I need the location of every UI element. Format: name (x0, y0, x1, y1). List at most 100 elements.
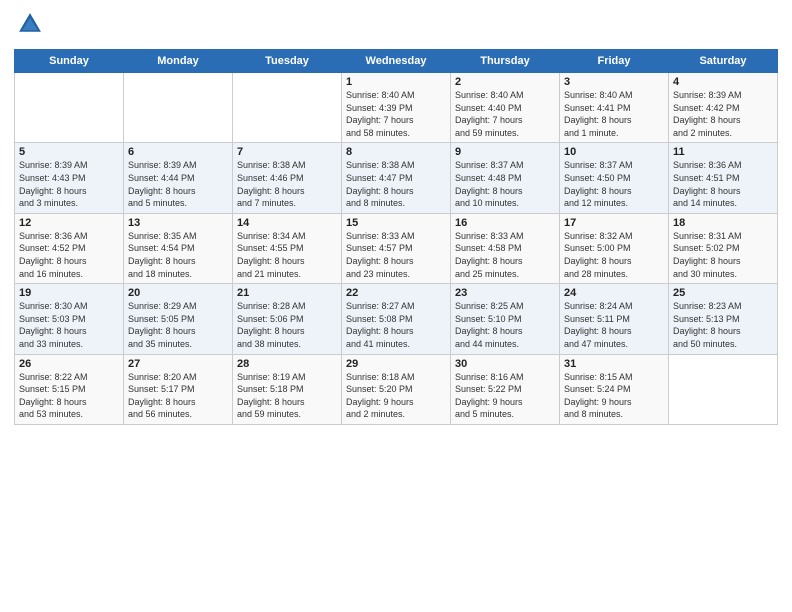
cell-detail: Sunrise: 8:38 AM (346, 159, 446, 172)
calendar-cell: 13Sunrise: 8:35 AMSunset: 4:54 PMDayligh… (124, 213, 233, 283)
day-number: 26 (19, 358, 119, 370)
cell-detail: Daylight: 8 hours (237, 325, 337, 338)
cell-detail: Sunrise: 8:24 AM (564, 300, 664, 313)
col-header-friday: Friday (560, 50, 669, 73)
cell-detail: Daylight: 8 hours (455, 185, 555, 198)
cell-detail: and 56 minutes. (128, 408, 228, 421)
cell-detail: Sunrise: 8:39 AM (19, 159, 119, 172)
calendar-cell (233, 73, 342, 143)
cell-detail: Sunset: 5:20 PM (346, 383, 446, 396)
cell-detail: Sunset: 5:00 PM (564, 242, 664, 255)
cell-detail: Sunrise: 8:36 AM (19, 230, 119, 243)
calendar-cell: 20Sunrise: 8:29 AMSunset: 5:05 PMDayligh… (124, 284, 233, 354)
cell-detail: Daylight: 8 hours (128, 396, 228, 409)
day-number: 21 (237, 287, 337, 299)
calendar-week-3: 12Sunrise: 8:36 AMSunset: 4:52 PMDayligh… (15, 213, 778, 283)
calendar-cell: 16Sunrise: 8:33 AMSunset: 4:58 PMDayligh… (451, 213, 560, 283)
cell-detail: Sunset: 5:17 PM (128, 383, 228, 396)
cell-detail: Sunrise: 8:31 AM (673, 230, 773, 243)
cell-detail: Sunset: 4:40 PM (455, 102, 555, 115)
col-header-sunday: Sunday (15, 50, 124, 73)
col-header-thursday: Thursday (451, 50, 560, 73)
cell-detail: Sunset: 5:02 PM (673, 242, 773, 255)
cell-detail: Sunrise: 8:18 AM (346, 371, 446, 384)
header (14, 10, 778, 43)
calendar-cell: 25Sunrise: 8:23 AMSunset: 5:13 PMDayligh… (669, 284, 778, 354)
cell-detail: Sunrise: 8:30 AM (19, 300, 119, 313)
day-number: 20 (128, 287, 228, 299)
cell-detail: and 59 minutes. (455, 127, 555, 140)
cell-detail: Sunrise: 8:37 AM (564, 159, 664, 172)
cell-detail: and 53 minutes. (19, 408, 119, 421)
cell-detail: and 18 minutes. (128, 268, 228, 281)
cell-detail: Sunrise: 8:35 AM (128, 230, 228, 243)
cell-detail: Daylight: 8 hours (673, 114, 773, 127)
cell-detail: and 7 minutes. (237, 197, 337, 210)
day-number: 18 (673, 217, 773, 229)
calendar-cell: 14Sunrise: 8:34 AMSunset: 4:55 PMDayligh… (233, 213, 342, 283)
cell-detail: Sunrise: 8:16 AM (455, 371, 555, 384)
cell-detail: and 38 minutes. (237, 338, 337, 351)
cell-detail: Sunset: 4:47 PM (346, 172, 446, 185)
cell-detail: Sunrise: 8:25 AM (455, 300, 555, 313)
cell-detail: Sunrise: 8:38 AM (237, 159, 337, 172)
cell-detail: Daylight: 8 hours (237, 396, 337, 409)
day-number: 30 (455, 358, 555, 370)
cell-detail: Sunrise: 8:34 AM (237, 230, 337, 243)
cell-detail: Daylight: 9 hours (346, 396, 446, 409)
cell-detail: Daylight: 8 hours (19, 396, 119, 409)
calendar-cell: 6Sunrise: 8:39 AMSunset: 4:44 PMDaylight… (124, 143, 233, 213)
cell-detail: Sunrise: 8:40 AM (564, 89, 664, 102)
day-number: 29 (346, 358, 446, 370)
calendar-week-2: 5Sunrise: 8:39 AMSunset: 4:43 PMDaylight… (15, 143, 778, 213)
cell-detail: Sunset: 5:22 PM (455, 383, 555, 396)
cell-detail: Daylight: 9 hours (564, 396, 664, 409)
cell-detail: Sunrise: 8:20 AM (128, 371, 228, 384)
day-number: 8 (346, 146, 446, 158)
day-number: 7 (237, 146, 337, 158)
cell-detail: Daylight: 8 hours (564, 325, 664, 338)
cell-detail: Sunrise: 8:23 AM (673, 300, 773, 313)
cell-detail: Sunrise: 8:37 AM (455, 159, 555, 172)
cell-detail: and 44 minutes. (455, 338, 555, 351)
calendar-cell: 22Sunrise: 8:27 AMSunset: 5:08 PMDayligh… (342, 284, 451, 354)
cell-detail: Daylight: 8 hours (673, 255, 773, 268)
page-container: SundayMondayTuesdayWednesdayThursdayFrid… (0, 0, 792, 435)
day-number: 12 (19, 217, 119, 229)
cell-detail: and 50 minutes. (673, 338, 773, 351)
cell-detail: Sunset: 4:42 PM (673, 102, 773, 115)
calendar-cell: 26Sunrise: 8:22 AMSunset: 5:15 PMDayligh… (15, 354, 124, 424)
calendar-cell: 4Sunrise: 8:39 AMSunset: 4:42 PMDaylight… (669, 73, 778, 143)
cell-detail: Sunset: 5:11 PM (564, 313, 664, 326)
cell-detail: and 8 minutes. (564, 408, 664, 421)
cell-detail: Daylight: 8 hours (346, 325, 446, 338)
day-number: 1 (346, 76, 446, 88)
cell-detail: and 58 minutes. (346, 127, 446, 140)
calendar-cell: 7Sunrise: 8:38 AMSunset: 4:46 PMDaylight… (233, 143, 342, 213)
cell-detail: Sunrise: 8:29 AM (128, 300, 228, 313)
calendar-cell: 29Sunrise: 8:18 AMSunset: 5:20 PMDayligh… (342, 354, 451, 424)
calendar-cell (15, 73, 124, 143)
day-number: 16 (455, 217, 555, 229)
cell-detail: Sunrise: 8:32 AM (564, 230, 664, 243)
cell-detail: Daylight: 8 hours (673, 185, 773, 198)
cell-detail: Sunset: 4:44 PM (128, 172, 228, 185)
calendar-cell: 15Sunrise: 8:33 AMSunset: 4:57 PMDayligh… (342, 213, 451, 283)
cell-detail: Sunrise: 8:19 AM (237, 371, 337, 384)
day-number: 24 (564, 287, 664, 299)
cell-detail: Daylight: 8 hours (346, 185, 446, 198)
day-number: 6 (128, 146, 228, 158)
col-header-monday: Monday (124, 50, 233, 73)
calendar-week-4: 19Sunrise: 8:30 AMSunset: 5:03 PMDayligh… (15, 284, 778, 354)
cell-detail: Sunset: 5:03 PM (19, 313, 119, 326)
cell-detail: Daylight: 8 hours (673, 325, 773, 338)
cell-detail: and 59 minutes. (237, 408, 337, 421)
cell-detail: Daylight: 8 hours (128, 255, 228, 268)
cell-detail: Daylight: 8 hours (237, 255, 337, 268)
cell-detail: and 12 minutes. (564, 197, 664, 210)
cell-detail: Sunset: 5:15 PM (19, 383, 119, 396)
calendar-table: SundayMondayTuesdayWednesdayThursdayFrid… (14, 49, 778, 425)
day-number: 14 (237, 217, 337, 229)
cell-detail: and 23 minutes. (346, 268, 446, 281)
cell-detail: and 5 minutes. (455, 408, 555, 421)
